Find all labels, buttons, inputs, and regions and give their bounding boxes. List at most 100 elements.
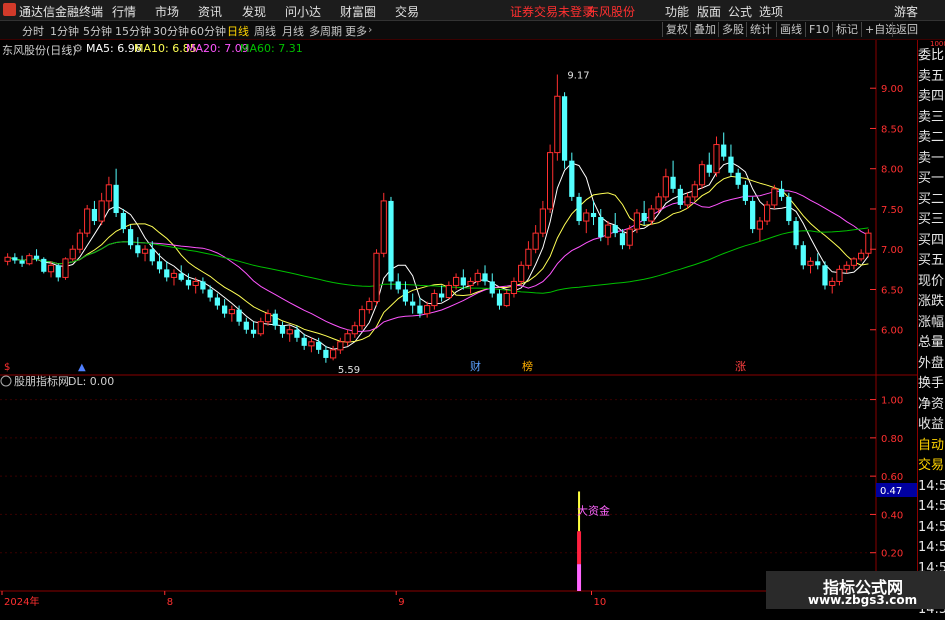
- candle-body: [620, 233, 625, 245]
- menu-item-formula[interactable]: 公式: [728, 3, 752, 20]
- menu-item-discover[interactable]: 发现: [242, 3, 266, 20]
- btn-adjust-rights[interactable]: 复权: [662, 22, 688, 37]
- side-panel-item[interactable]: 总量: [918, 333, 945, 354]
- indicator-tick-label: 0.80: [881, 434, 903, 445]
- btn-overlay[interactable]: 叠加: [690, 22, 716, 37]
- chart-canvas[interactable]: 9.008.508.007.507.006.506.00 9.17 5.59 $…: [0, 40, 917, 609]
- login-notice[interactable]: 证券交易未登录: [510, 3, 594, 20]
- menu-item-trade[interactable]: 交易: [395, 3, 419, 20]
- candle-body: [642, 213, 647, 221]
- candle-body: [381, 201, 386, 253]
- candle-body: [425, 306, 430, 314]
- candle-body: [164, 269, 169, 277]
- side-panel-item[interactable]: 买三: [918, 210, 945, 231]
- side-panel-item[interactable]: 买一: [918, 169, 945, 190]
- candle-body: [504, 294, 509, 306]
- candle-body: [692, 185, 697, 197]
- indicator-settings-icon[interactable]: [1, 376, 11, 386]
- menu-item-layout[interactable]: 版面: [697, 3, 721, 20]
- candle-body: [56, 265, 61, 277]
- high-price-label: 9.17: [567, 71, 589, 82]
- tab-more[interactable]: 更多: [345, 23, 367, 39]
- side-panel-item[interactable]: 卖二: [918, 128, 945, 149]
- side-panel-item[interactable]: 外盘: [918, 354, 945, 375]
- candle-body: [150, 249, 155, 261]
- candle-body: [142, 249, 147, 253]
- tab-monthly[interactable]: 月线: [282, 23, 304, 39]
- side-panel-item[interactable]: 卖四: [918, 87, 945, 108]
- quote-side-panel: 1000 委比卖五卖四卖三卖二卖一买一买二买三买四买五现价涨跌涨幅总量外盘换手净…: [917, 40, 945, 609]
- tab-daily[interactable]: 日线: [227, 23, 249, 39]
- candle-body: [511, 281, 516, 293]
- side-panel-item[interactable]: 涨跌: [918, 292, 945, 313]
- side-panel-item[interactable]: 自动: [918, 436, 945, 457]
- tab-60min[interactable]: 60分钟: [190, 23, 226, 39]
- candle-body: [157, 261, 162, 269]
- candle-body: [634, 213, 639, 229]
- big-fund-label: 大资金: [577, 503, 610, 517]
- candle-body: [410, 302, 415, 306]
- tab-intraday[interactable]: 分时: [22, 23, 44, 39]
- side-panel-item[interactable]: 买四: [918, 231, 945, 252]
- candle-body: [121, 213, 126, 229]
- candle-body: [822, 265, 827, 285]
- tab-30min[interactable]: 30分钟: [153, 23, 189, 39]
- candle-body: [721, 145, 726, 157]
- menu-item-news[interactable]: 资讯: [198, 3, 222, 20]
- candle-body: [555, 96, 560, 152]
- btn-mark[interactable]: 标记: [832, 22, 858, 37]
- menu-item-wealth-circle[interactable]: 财富圈: [340, 3, 376, 20]
- side-panel-item[interactable]: 净资: [918, 395, 945, 416]
- side-panel-item[interactable]: 14:56: [918, 497, 945, 518]
- side-panel-item[interactable]: 交易: [918, 456, 945, 477]
- candle-body: [533, 233, 538, 249]
- watermark-url: www.zbgs3.com: [808, 593, 917, 607]
- side-panel-item[interactable]: 卖一: [918, 149, 945, 170]
- tab-5min[interactable]: 5分钟: [83, 23, 112, 39]
- candle-body: [801, 245, 806, 265]
- side-panel-item[interactable]: 14:56: [918, 477, 945, 498]
- limit-up-marker[interactable]: 涨: [735, 360, 746, 373]
- x-tick-label: 10: [594, 597, 607, 608]
- indicator-name[interactable]: 股朋指标网: [14, 374, 69, 388]
- side-panel-item[interactable]: 14:56: [918, 538, 945, 559]
- candle-body: [77, 233, 82, 249]
- menu-item-market[interactable]: 市场: [155, 3, 179, 20]
- tab-multi-period[interactable]: 多周期: [309, 23, 342, 39]
- menu-item-ask[interactable]: 问小达: [285, 3, 321, 20]
- candle-body: [316, 342, 321, 350]
- btn-draw-line[interactable]: 画线: [776, 22, 802, 37]
- candle-body: [432, 294, 437, 306]
- candle-body: [114, 185, 119, 213]
- candle-body: [171, 273, 176, 277]
- side-panel-item[interactable]: 卖三: [918, 108, 945, 129]
- ranking-marker[interactable]: 榜: [522, 359, 533, 373]
- side-panel-item[interactable]: 现价: [918, 272, 945, 293]
- menu-item-function[interactable]: 功能: [665, 3, 689, 20]
- candle-body: [106, 185, 111, 201]
- side-panel-item[interactable]: 14:56: [918, 518, 945, 539]
- btn-add-watchlist[interactable]: +自选: [861, 22, 896, 37]
- guest-login[interactable]: 游客: [894, 3, 918, 20]
- app-logo-icon: [3, 3, 16, 16]
- menu-item-options[interactable]: 选项: [759, 3, 783, 20]
- side-panel-item[interactable]: 委比: [918, 46, 945, 67]
- tab-weekly[interactable]: 周线: [254, 23, 276, 39]
- side-panel-item[interactable]: 买二: [918, 190, 945, 211]
- candle-body: [338, 342, 343, 350]
- more-arrow-icon[interactable]: ›: [368, 23, 372, 36]
- btn-multi-stock[interactable]: 多股: [718, 22, 744, 37]
- tab-1min[interactable]: 1分钟: [50, 23, 79, 39]
- side-panel-item[interactable]: 收益: [918, 415, 945, 436]
- btn-statistics[interactable]: 统计: [746, 22, 772, 37]
- tab-15min[interactable]: 15分钟: [115, 23, 151, 39]
- btn-back[interactable]: 返回: [892, 22, 918, 37]
- finance-marker[interactable]: 财: [470, 359, 481, 373]
- side-panel-item[interactable]: 换手: [918, 374, 945, 395]
- btn-f10[interactable]: F10: [805, 22, 829, 37]
- side-panel-item[interactable]: 涨幅: [918, 313, 945, 334]
- menu-item-market-quotes[interactable]: 行情: [112, 3, 136, 20]
- side-panel-item[interactable]: 卖五: [918, 67, 945, 88]
- side-panel-item[interactable]: 买五: [918, 251, 945, 272]
- candle-body: [294, 330, 299, 338]
